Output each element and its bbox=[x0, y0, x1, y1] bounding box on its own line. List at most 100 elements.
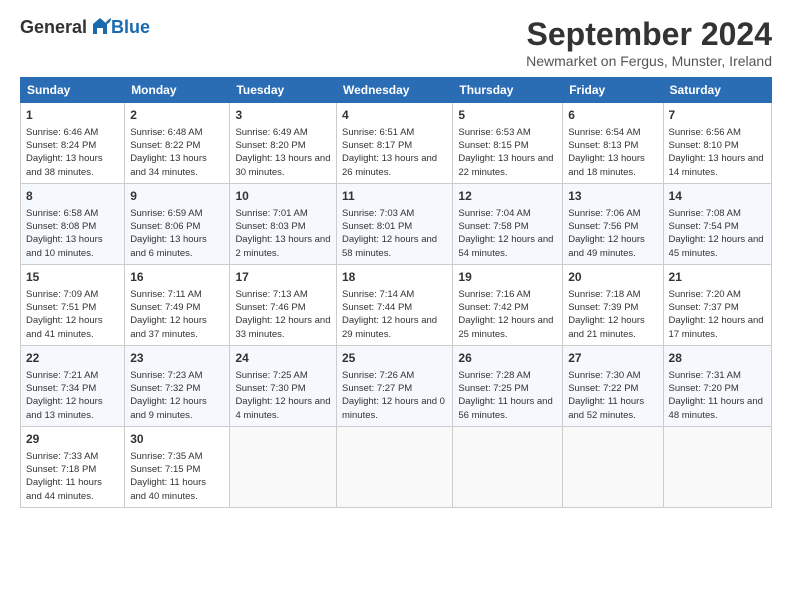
day-info: Sunrise: 7:18 AM bbox=[568, 289, 640, 300]
title-section: September 2024 Newmarket on Fergus, Muns… bbox=[526, 16, 772, 69]
day-info: Sunset: 8:15 PM bbox=[458, 140, 528, 151]
day-number: 28 bbox=[669, 350, 766, 367]
table-cell: 7 Sunrise: 6:56 AM Sunset: 8:10 PM Daylight… bbox=[663, 103, 771, 184]
day-number: 1 bbox=[26, 107, 119, 124]
day-info: Daylight: 13 hours and 6 minutes. bbox=[130, 234, 207, 258]
day-number: 8 bbox=[26, 188, 119, 205]
day-info: Sunset: 8:10 PM bbox=[669, 140, 739, 151]
day-info: Sunset: 7:54 PM bbox=[669, 221, 739, 232]
col-wednesday: Wednesday bbox=[336, 78, 452, 103]
day-info: Sunrise: 7:06 AM bbox=[568, 208, 640, 219]
day-info: Sunrise: 7:20 AM bbox=[669, 289, 741, 300]
day-info: Sunset: 7:49 PM bbox=[130, 302, 200, 313]
day-info: Sunrise: 7:26 AM bbox=[342, 370, 414, 381]
table-cell bbox=[663, 426, 771, 507]
day-info: Sunset: 7:44 PM bbox=[342, 302, 412, 313]
day-info: Sunrise: 7:33 AM bbox=[26, 451, 98, 462]
day-info: Sunrise: 7:30 AM bbox=[568, 370, 640, 381]
day-info: Sunrise: 7:11 AM bbox=[130, 289, 202, 300]
day-number: 10 bbox=[235, 188, 331, 205]
calendar-container: General Blue September 2024 Newmarket on… bbox=[0, 0, 792, 518]
day-info: Daylight: 13 hours and 30 minutes. bbox=[235, 153, 330, 177]
day-info: Sunset: 8:17 PM bbox=[342, 140, 412, 151]
day-info: Sunset: 8:13 PM bbox=[568, 140, 638, 151]
day-number: 23 bbox=[130, 350, 224, 367]
day-info: Sunset: 7:15 PM bbox=[130, 464, 200, 475]
day-info: Sunset: 8:08 PM bbox=[26, 221, 96, 232]
day-info: Sunrise: 6:48 AM bbox=[130, 127, 202, 138]
day-number: 14 bbox=[669, 188, 766, 205]
table-cell: 10Sunrise: 7:01 AMSunset: 8:03 PMDayligh… bbox=[230, 183, 337, 264]
table-cell: 28Sunrise: 7:31 AMSunset: 7:20 PMDayligh… bbox=[663, 345, 771, 426]
day-info: Sunset: 7:56 PM bbox=[568, 221, 638, 232]
day-number: 27 bbox=[568, 350, 657, 367]
day-number: 17 bbox=[235, 269, 331, 286]
day-info: Sunrise: 7:09 AM bbox=[26, 289, 98, 300]
table-row: 1Sunrise: 6:46 AMSunset: 8:24 PMDaylight… bbox=[21, 103, 772, 184]
day-number: 11 bbox=[342, 188, 447, 205]
table-cell: 5 Sunrise: 6:53 AM Sunset: 8:15 PM Daylight… bbox=[453, 103, 563, 184]
table-cell: 19Sunrise: 7:16 AMSunset: 7:42 PMDayligh… bbox=[453, 264, 563, 345]
day-number: 30 bbox=[130, 431, 224, 448]
table-row: 8 Sunrise: 6:58 AM Sunset: 8:08 PM Daylight… bbox=[21, 183, 772, 264]
table-cell: 2Sunrise: 6:48 AMSunset: 8:22 PMDaylight… bbox=[125, 103, 230, 184]
day-info: Sunrise: 6:53 AM bbox=[458, 127, 530, 138]
day-info: Daylight: 12 hours and 54 minutes. bbox=[458, 234, 553, 258]
table-cell: 15Sunrise: 7:09 AMSunset: 7:51 PMDayligh… bbox=[21, 264, 125, 345]
day-info: Sunrise: 6:46 AM bbox=[26, 127, 98, 138]
day-info: Daylight: 12 hours and 9 minutes. bbox=[130, 396, 207, 420]
day-info: Sunrise: 7:16 AM bbox=[458, 289, 530, 300]
day-number: 6 bbox=[568, 107, 657, 124]
day-number: 19 bbox=[458, 269, 557, 286]
day-info: Sunrise: 6:56 AM bbox=[669, 127, 741, 138]
day-number: 25 bbox=[342, 350, 447, 367]
table-cell: 16Sunrise: 7:11 AMSunset: 7:49 PMDayligh… bbox=[125, 264, 230, 345]
day-info: Daylight: 11 hours and 44 minutes. bbox=[26, 477, 102, 501]
day-info: Sunrise: 7:01 AM bbox=[235, 208, 307, 219]
day-info: Sunrise: 7:13 AM bbox=[235, 289, 307, 300]
day-info: Daylight: 12 hours and 4 minutes. bbox=[235, 396, 330, 420]
col-friday: Friday bbox=[563, 78, 663, 103]
day-info: Sunset: 7:34 PM bbox=[26, 383, 96, 394]
day-number: 24 bbox=[235, 350, 331, 367]
day-info: Daylight: 12 hours and 33 minutes. bbox=[235, 315, 330, 339]
day-info: Daylight: 12 hours and 17 minutes. bbox=[669, 315, 764, 339]
table-cell bbox=[230, 426, 337, 507]
day-number: 16 bbox=[130, 269, 224, 286]
table-cell: 25Sunrise: 7:26 AMSunset: 7:27 PMDayligh… bbox=[336, 345, 452, 426]
day-number: 5 bbox=[458, 107, 557, 124]
day-info: Sunrise: 7:03 AM bbox=[342, 208, 414, 219]
location-subtitle: Newmarket on Fergus, Munster, Ireland bbox=[526, 53, 772, 69]
day-info: Sunrise: 7:14 AM bbox=[342, 289, 414, 300]
day-info: Daylight: 12 hours and 58 minutes. bbox=[342, 234, 437, 258]
calendar-table: Sunday Monday Tuesday Wednesday Thursday… bbox=[20, 77, 772, 508]
day-info: Daylight: 12 hours and 13 minutes. bbox=[26, 396, 103, 420]
day-info: Sunrise: 6:54 AM bbox=[568, 127, 640, 138]
day-info: Sunset: 8:03 PM bbox=[235, 221, 305, 232]
col-monday: Monday bbox=[125, 78, 230, 103]
table-row: 15Sunrise: 7:09 AMSunset: 7:51 PMDayligh… bbox=[21, 264, 772, 345]
day-info: Daylight: 12 hours and 21 minutes. bbox=[568, 315, 645, 339]
day-info: Sunset: 7:32 PM bbox=[130, 383, 200, 394]
day-number: 2 bbox=[130, 107, 224, 124]
logo-icon bbox=[89, 16, 111, 38]
day-info: Sunrise: 7:08 AM bbox=[669, 208, 741, 219]
day-number: 4 bbox=[342, 107, 447, 124]
day-info: Sunrise: 6:58 AM bbox=[26, 208, 98, 219]
day-info: Daylight: 13 hours and 22 minutes. bbox=[458, 153, 553, 177]
day-info: Daylight: 12 hours and 0 minutes. bbox=[342, 396, 445, 420]
day-info: Daylight: 13 hours and 14 minutes. bbox=[669, 153, 764, 177]
table-cell: 13Sunrise: 7:06 AMSunset: 7:56 PMDayligh… bbox=[563, 183, 663, 264]
calendar-header: General Blue September 2024 Newmarket on… bbox=[20, 16, 772, 69]
table-row: 22Sunrise: 7:21 AMSunset: 7:34 PMDayligh… bbox=[21, 345, 772, 426]
table-cell: 27Sunrise: 7:30 AMSunset: 7:22 PMDayligh… bbox=[563, 345, 663, 426]
day-info: Sunrise: 7:25 AM bbox=[235, 370, 307, 381]
day-info: Sunset: 7:46 PM bbox=[235, 302, 305, 313]
table-row: 29Sunrise: 7:33 AMSunset: 7:18 PMDayligh… bbox=[21, 426, 772, 507]
day-info: Sunset: 7:25 PM bbox=[458, 383, 528, 394]
logo-blue-text: Blue bbox=[111, 17, 150, 38]
day-info: Sunset: 7:51 PM bbox=[26, 302, 96, 313]
day-number: 7 bbox=[669, 107, 766, 124]
day-number: 22 bbox=[26, 350, 119, 367]
table-cell: 18Sunrise: 7:14 AMSunset: 7:44 PMDayligh… bbox=[336, 264, 452, 345]
